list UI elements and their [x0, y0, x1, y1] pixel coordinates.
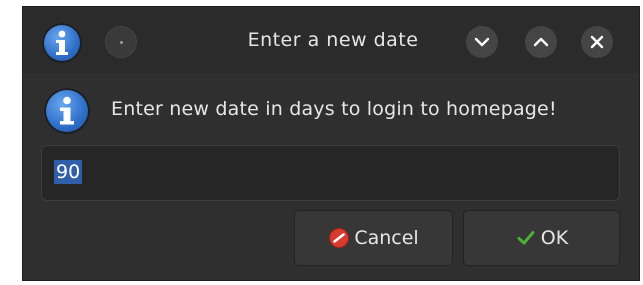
window-title: Enter a new date	[247, 29, 419, 51]
info-icon	[44, 88, 90, 134]
close-icon	[590, 35, 604, 49]
window-menu-button[interactable]	[105, 26, 137, 58]
maximize-button[interactable]	[525, 26, 557, 58]
ok-button[interactable]: OK	[463, 210, 620, 266]
dialog-window: Enter a new date Enter new date in days …	[22, 6, 640, 281]
input-value[interactable]: 90	[54, 160, 83, 184]
chevron-down-icon	[474, 37, 490, 47]
minimize-button[interactable]	[466, 26, 498, 58]
chevron-up-icon	[533, 37, 549, 47]
close-button[interactable]	[581, 26, 613, 58]
check-icon	[517, 231, 535, 245]
info-icon	[42, 23, 82, 63]
prompt-message: Enter new date in days to login to homep…	[111, 98, 557, 120]
cancel-icon	[329, 228, 350, 248]
cancel-label: Cancel	[354, 227, 419, 249]
ok-label: OK	[540, 227, 569, 249]
title-bar[interactable]: Enter a new date	[23, 7, 639, 73]
days-input[interactable]: 90	[41, 145, 620, 201]
cancel-button[interactable]: Cancel	[294, 210, 453, 266]
